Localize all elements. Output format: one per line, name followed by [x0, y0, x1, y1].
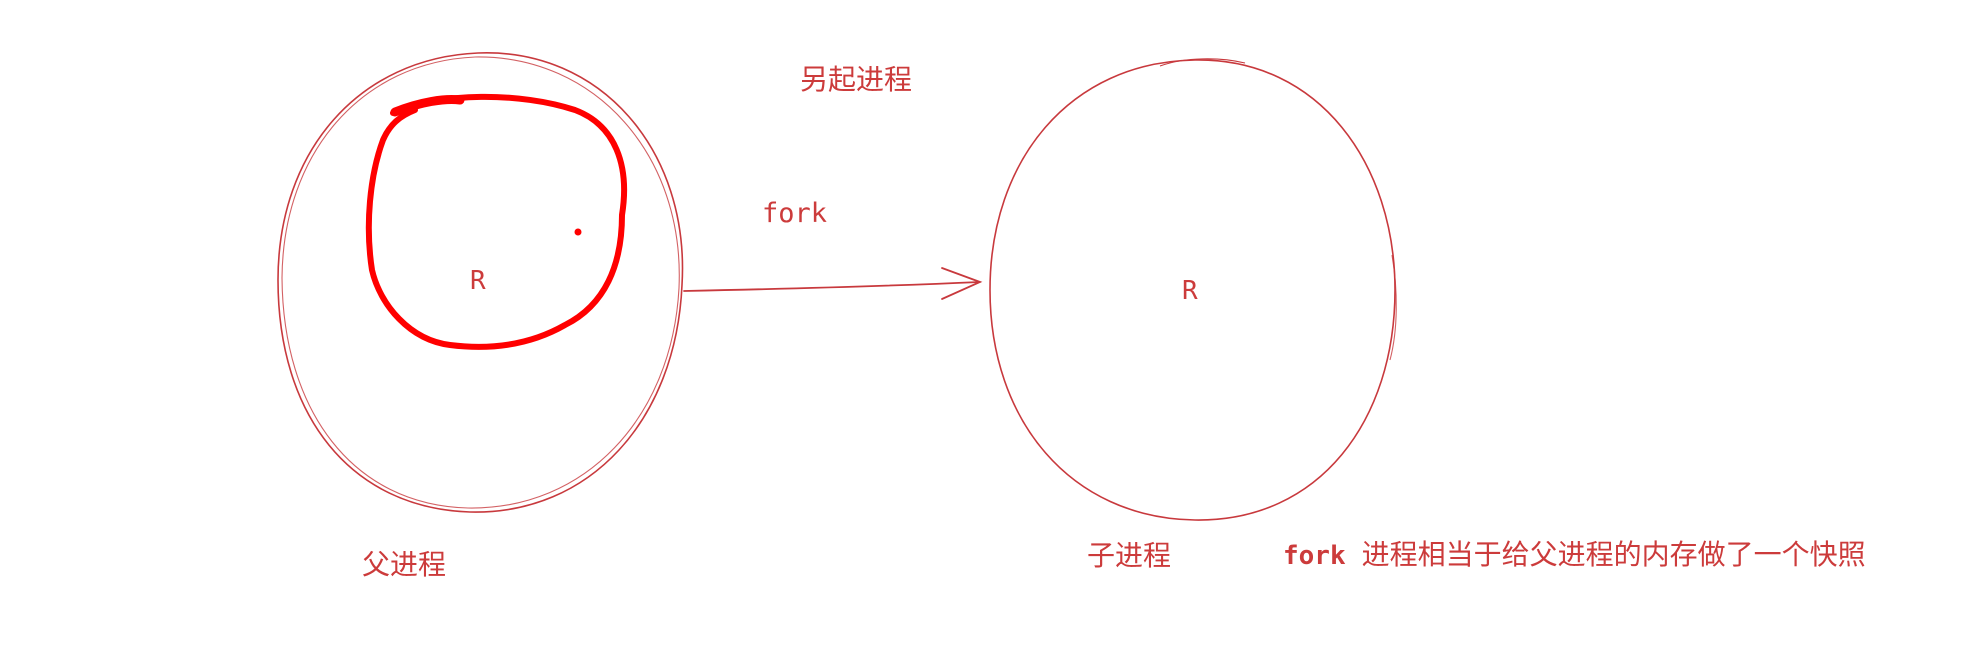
child-memory-label: R: [1182, 276, 1198, 306]
child-process-label: 子进程: [1087, 539, 1172, 572]
memory-dot: [574, 228, 582, 236]
fork-note-text: 进程相当于给父进程的内存做了一个快照: [1361, 538, 1866, 571]
memory-highlight-loop: [365, 93, 628, 350]
fork-label: fork: [762, 198, 828, 229]
parent-memory-label: R: [470, 266, 486, 296]
spawn-process-label: 另起进程: [800, 63, 913, 96]
fork-note: fork 进程相当于给父进程的内存做了一个快照: [1283, 538, 1866, 571]
fork-arrow: [683, 267, 983, 300]
fork-note-keyword: fork: [1283, 541, 1346, 571]
parent-process-label: 父进程: [362, 548, 447, 581]
